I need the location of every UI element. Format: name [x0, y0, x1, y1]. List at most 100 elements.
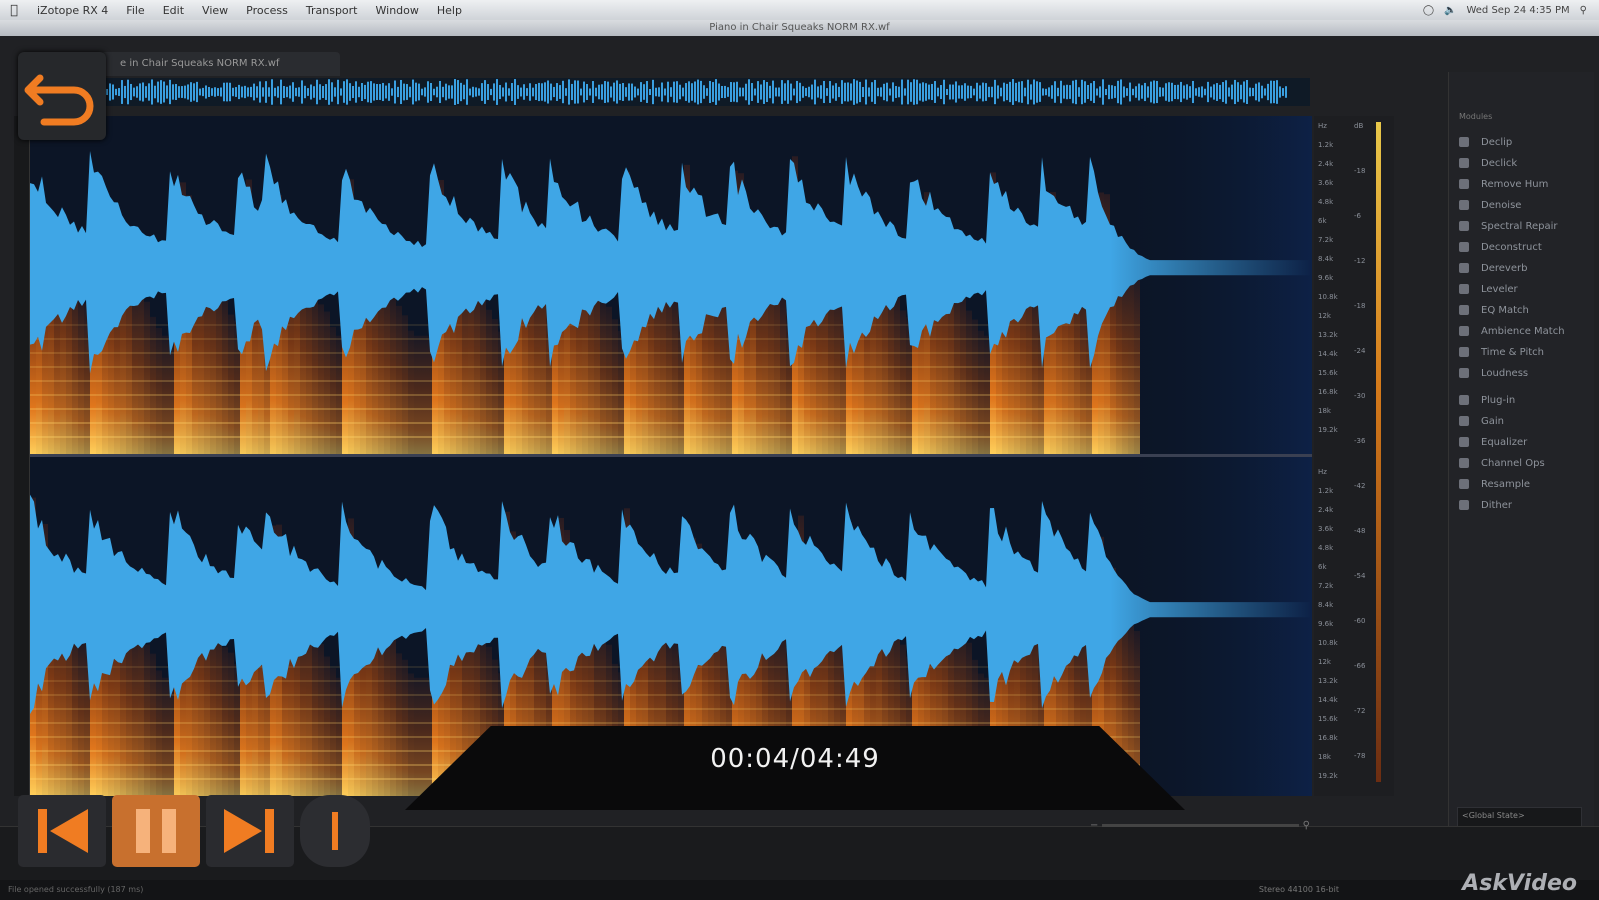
overview-bar	[1123, 86, 1125, 98]
module-label: Declick	[1481, 157, 1518, 169]
repair-icon	[1459, 221, 1469, 231]
zoom-out-icon[interactable]: −	[1090, 820, 1098, 831]
freq-tick: 9.6k	[1318, 274, 1334, 282]
module-item[interactable]: Ambience Match	[1459, 321, 1565, 341]
overview-bar	[1183, 85, 1185, 99]
overview-bar	[1084, 81, 1086, 103]
db-tick: -42	[1354, 482, 1366, 490]
overview-bar	[1051, 85, 1053, 99]
module-item[interactable]: Remove Hum	[1459, 174, 1548, 194]
module-item[interactable]: Channel Ops	[1459, 453, 1545, 473]
overview-bar	[700, 80, 702, 104]
overview-bar	[622, 83, 624, 101]
overview-bar	[544, 82, 546, 102]
overview-bar	[619, 83, 621, 101]
overview-bar	[1285, 86, 1287, 98]
overview-bar	[214, 87, 216, 97]
harmonic-band	[30, 338, 1140, 340]
module-item[interactable]: EQ Match	[1459, 300, 1529, 320]
overview-bar	[304, 85, 306, 99]
modules-title: Modules	[1459, 112, 1493, 121]
overview-bar	[115, 88, 117, 96]
module-item[interactable]: Plug-in	[1459, 390, 1515, 410]
spectral-column	[330, 668, 336, 796]
menu-view[interactable]: View	[193, 4, 237, 17]
freq-tick: 7.2k	[1318, 236, 1334, 244]
file-tab[interactable]: e in Chair Squeaks NORM RX.wf	[100, 52, 340, 76]
spectrogram-canvas[interactable]	[30, 116, 1312, 796]
db-tick: -12	[1354, 257, 1366, 265]
freq-tick: 10.8k	[1318, 639, 1338, 647]
zoom-in-icon[interactable]: ⚲	[1303, 820, 1310, 831]
overview-bar	[385, 85, 387, 99]
overview-bar	[1003, 82, 1005, 102]
zoom-slider[interactable]: − ⚲	[1090, 820, 1310, 831]
overview-bar	[346, 79, 348, 105]
overview-bar	[649, 88, 651, 96]
overview-bar	[445, 83, 447, 101]
next-button[interactable]	[206, 795, 294, 867]
menu-app[interactable]: iZotope RX 4	[28, 4, 117, 17]
module-item[interactable]: Deconstruct	[1459, 237, 1542, 257]
menu-edit[interactable]: Edit	[154, 4, 193, 17]
spectrogram-view[interactable]	[30, 116, 1312, 796]
waveform-overview[interactable]	[106, 78, 1310, 106]
harmonic-band	[30, 422, 1140, 424]
menu-help[interactable]: Help	[428, 4, 471, 17]
module-item[interactable]: Time & Pitch	[1459, 342, 1544, 362]
menu-file[interactable]: File	[117, 4, 153, 17]
menu-window[interactable]: Window	[367, 4, 428, 17]
spectral-column	[222, 296, 228, 454]
overview-bar	[577, 80, 579, 104]
overview-bar	[994, 79, 996, 105]
wifi-icon[interactable]: ◯	[1423, 5, 1434, 16]
overview-bar	[757, 81, 759, 103]
previous-button[interactable]	[18, 795, 106, 867]
overview-bar	[424, 87, 426, 97]
overview-bar	[865, 79, 867, 105]
spectral-column	[480, 288, 486, 454]
module-item[interactable]: Gain	[1459, 411, 1504, 431]
overview-bar	[1249, 87, 1251, 97]
overview-bar	[1207, 81, 1209, 103]
overview-bar	[808, 86, 810, 98]
overview-waveform	[106, 79, 1287, 105]
volume-icon[interactable]: 🔈	[1444, 5, 1456, 16]
db-tick: -78	[1354, 752, 1366, 760]
module-item[interactable]: Spectral Repair	[1459, 216, 1557, 236]
overview-bar	[607, 81, 609, 103]
module-item[interactable]: Dither	[1459, 495, 1512, 515]
scrubber-handle[interactable]	[332, 812, 338, 850]
spectral-column	[132, 288, 138, 454]
zoom-track[interactable]	[1102, 823, 1299, 827]
module-item[interactable]: Declick	[1459, 153, 1517, 173]
overview-bar	[640, 82, 642, 102]
module-item[interactable]: Leveler	[1459, 279, 1518, 299]
overview-bar	[499, 84, 501, 100]
module-item[interactable]: Equalizer	[1459, 432, 1527, 452]
overview-bar	[1069, 85, 1071, 99]
menu-process[interactable]: Process	[237, 4, 297, 17]
harmonic-band	[30, 394, 1140, 396]
spotlight-icon[interactable]: ⚲	[1580, 5, 1587, 16]
overview-bar	[436, 86, 438, 98]
overview-bar	[574, 80, 576, 104]
module-item[interactable]: Denoise	[1459, 195, 1521, 215]
menubar-clock[interactable]: Wed Sep 24 4:35 PM	[1466, 5, 1569, 16]
apple-icon[interactable]: 	[0, 3, 28, 18]
module-item[interactable]: Declip	[1459, 132, 1512, 152]
pause-button[interactable]	[112, 795, 200, 867]
menu-transport[interactable]: Transport	[297, 4, 367, 17]
freq-tick: 4.8k	[1318, 544, 1334, 552]
spectral-column	[324, 656, 330, 796]
overview-bar	[1048, 87, 1050, 97]
module-label: Time & Pitch	[1481, 346, 1544, 358]
module-item[interactable]: Loudness	[1459, 363, 1528, 383]
overview-bar	[154, 85, 156, 99]
overview-bar	[1216, 83, 1218, 101]
back-button[interactable]	[18, 52, 106, 140]
module-item[interactable]: Resample	[1459, 474, 1530, 494]
module-item[interactable]: Dereverb	[1459, 258, 1527, 278]
overview-bar	[466, 79, 468, 105]
progress-scrubber[interactable]	[300, 795, 370, 867]
